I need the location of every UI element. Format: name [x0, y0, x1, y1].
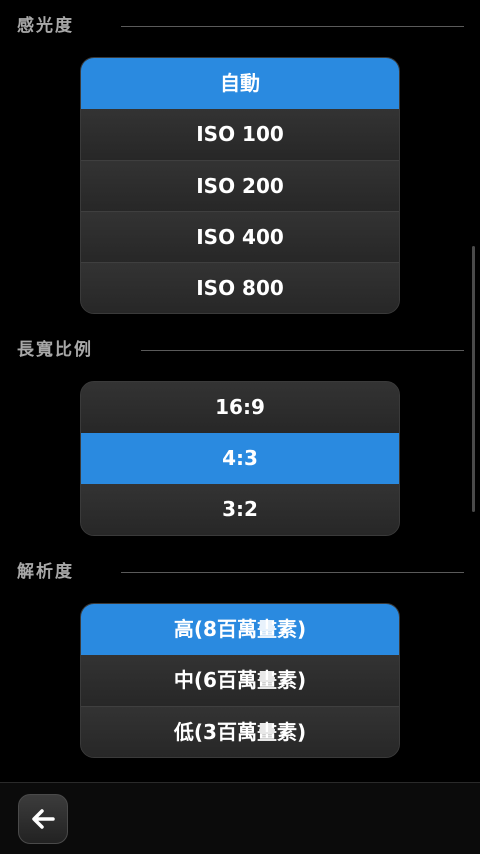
- iso-option-200[interactable]: ISO 200: [81, 160, 399, 211]
- iso-option-auto[interactable]: 自動: [81, 58, 399, 109]
- bottom-bar: [0, 782, 480, 854]
- section-header-aspect: 長寬比例: [0, 338, 480, 362]
- section-divider: [121, 26, 464, 27]
- resolution-option-low[interactable]: 低(3百萬畫素): [81, 706, 399, 757]
- section-title-iso: 感光度: [17, 16, 74, 36]
- section-divider: [141, 350, 464, 351]
- section-divider: [121, 572, 464, 573]
- iso-option-400[interactable]: ISO 400: [81, 211, 399, 262]
- iso-option-800[interactable]: ISO 800: [81, 262, 399, 313]
- section-header-resolution: 解析度: [0, 560, 480, 584]
- back-arrow-icon: [32, 809, 55, 829]
- aspect-option-16-9[interactable]: 16:9: [81, 382, 399, 433]
- scrollbar[interactable]: [472, 246, 475, 512]
- resolution-option-high[interactable]: 高(8百萬畫素): [81, 604, 399, 655]
- back-button[interactable]: [18, 794, 68, 844]
- section-title-aspect: 長寬比例: [17, 340, 93, 360]
- aspect-option-4-3[interactable]: 4:3: [81, 433, 399, 484]
- iso-option-100[interactable]: ISO 100: [81, 109, 399, 160]
- section-header-iso: 感光度: [0, 14, 480, 38]
- resolution-option-list: 高(8百萬畫素) 中(6百萬畫素) 低(3百萬畫素): [80, 603, 400, 758]
- aspect-option-list: 16:9 4:3 3:2: [80, 381, 400, 536]
- section-title-resolution: 解析度: [17, 562, 74, 582]
- resolution-option-medium[interactable]: 中(6百萬畫素): [81, 655, 399, 706]
- iso-option-list: 自動 ISO 100 ISO 200 ISO 400 ISO 800: [80, 57, 400, 314]
- aspect-option-3-2[interactable]: 3:2: [81, 484, 399, 535]
